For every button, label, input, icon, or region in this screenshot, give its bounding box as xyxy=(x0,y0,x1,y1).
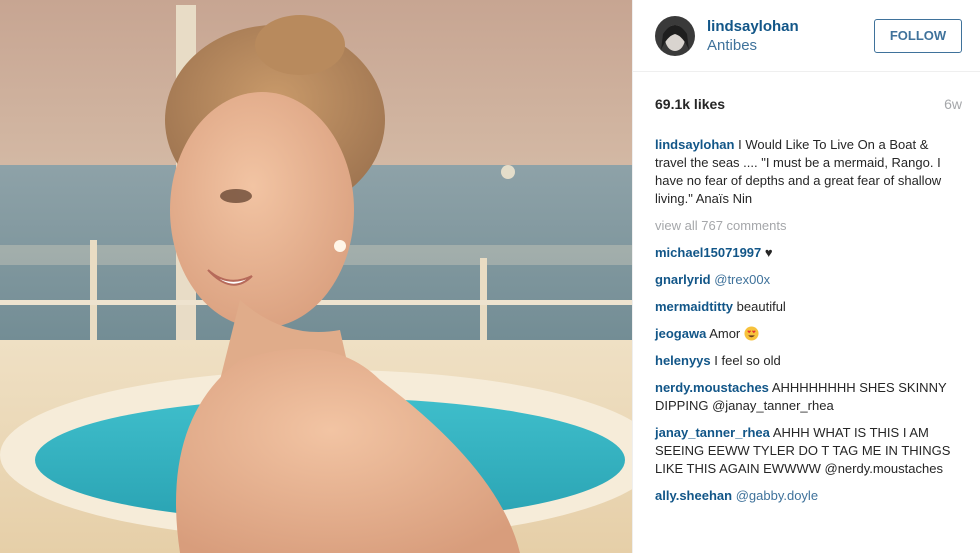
instagram-post: lindsaylohan Antibes FOLLOW 69.1k likes … xyxy=(0,0,980,553)
comment: nerdy.moustaches AHHHHHHHH SHES SKINNY D… xyxy=(655,379,962,415)
comment-mention-link[interactable]: @gabby.doyle xyxy=(736,488,818,503)
comment-username[interactable]: mermaidtitty xyxy=(655,299,733,314)
comment-username[interactable]: nerdy.moustaches xyxy=(655,380,769,395)
post-age[interactable]: 6w xyxy=(944,96,962,112)
likes-count[interactable]: 69.1k likes xyxy=(655,96,725,112)
avatar[interactable] xyxy=(655,15,695,56)
post-header: lindsaylohan Antibes FOLLOW xyxy=(633,0,980,72)
comment: helenyys I feel so old xyxy=(655,352,962,370)
comment-username[interactable]: ally.sheehan xyxy=(655,488,732,503)
comment-username[interactable]: helenyys xyxy=(655,353,711,368)
comment-username[interactable]: janay_tanner_rhea xyxy=(655,425,770,440)
post-meta: 69.1k likes 6w xyxy=(633,72,980,136)
comment-username[interactable]: jeogawa xyxy=(655,326,706,341)
comment: jeogawa Amor xyxy=(655,325,962,343)
comment: ally.sheehan @gabby.doyle xyxy=(655,487,962,505)
photo-illustration xyxy=(0,0,632,553)
comment-text: beautiful xyxy=(736,299,786,314)
comment-text: Amor xyxy=(709,326,741,341)
caption-username[interactable]: lindsaylohan xyxy=(655,137,734,152)
avatar-image xyxy=(655,15,695,56)
comment-mention-link[interactable]: @trex00x xyxy=(714,272,770,287)
username-link[interactable]: lindsaylohan xyxy=(707,17,874,36)
comment-username[interactable]: michael15071997 xyxy=(655,245,761,260)
comment-text: ♥ xyxy=(764,245,773,260)
view-all-comments-link[interactable]: view all 767 comments xyxy=(655,217,962,235)
user-info: lindsaylohan Antibes xyxy=(707,17,874,55)
comments-list: lindsaylohan I Would Like To Live On a B… xyxy=(633,136,980,505)
heart-eyes-emoji-icon xyxy=(744,326,759,341)
follow-button[interactable]: FOLLOW xyxy=(874,18,962,53)
post-sidebar: lindsaylohan Antibes FOLLOW 69.1k likes … xyxy=(632,0,980,553)
comment: michael15071997 ♥ xyxy=(655,244,962,262)
post-photo[interactable] xyxy=(0,0,632,553)
caption: lindsaylohan I Would Like To Live On a B… xyxy=(655,136,955,208)
comment: janay_tanner_rhea AHHH WHAT IS THIS I AM… xyxy=(655,424,962,478)
comment: mermaidtitty beautiful xyxy=(655,298,962,316)
comment-username[interactable]: gnarlyrid xyxy=(655,272,711,287)
comment-text: I feel so old xyxy=(714,353,781,368)
location-link[interactable]: Antibes xyxy=(707,36,874,55)
comment: gnarlyrid @trex00x xyxy=(655,271,962,289)
